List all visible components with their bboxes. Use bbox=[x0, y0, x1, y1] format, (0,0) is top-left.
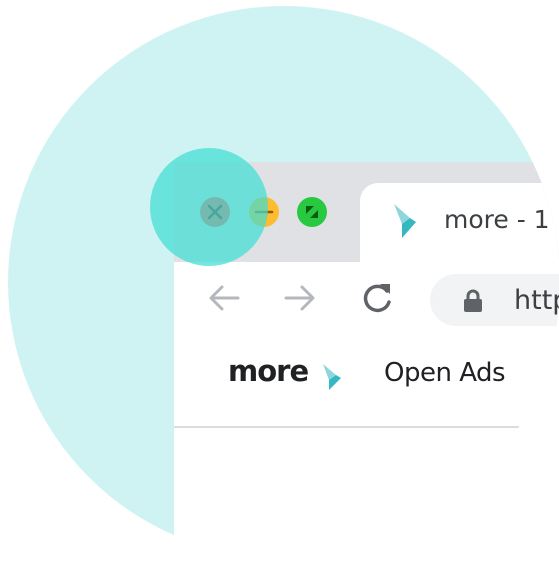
arrow-right-icon[interactable] bbox=[280, 280, 320, 316]
tab-strip: more - 1 bbox=[174, 162, 559, 262]
window-minimize-button[interactable] bbox=[249, 197, 279, 227]
fullscreen-icon bbox=[306, 206, 318, 218]
url-text: http bbox=[514, 285, 559, 316]
more-chevron-icon bbox=[323, 364, 341, 390]
bookmarks-bar: more Open Ads bbox=[174, 332, 559, 428]
screenshot-stage: more - 1 htt more Open Ads bbox=[0, 0, 559, 561]
zoom-lens-background: more - 1 htt more Open Ads bbox=[8, 6, 559, 558]
minimize-icon bbox=[254, 210, 274, 214]
arrow-left-icon[interactable] bbox=[204, 280, 244, 316]
window-close-button[interactable] bbox=[200, 197, 230, 227]
more-chevron-icon bbox=[394, 204, 416, 238]
address-bar[interactable]: http bbox=[430, 274, 559, 326]
window-fullscreen-button[interactable] bbox=[297, 197, 327, 227]
bookmark-more[interactable]: more bbox=[228, 354, 309, 388]
reload-icon[interactable] bbox=[358, 280, 398, 316]
tab-title: more - 1 bbox=[444, 205, 550, 234]
close-icon bbox=[207, 204, 223, 220]
browser-toolbar: http bbox=[174, 262, 559, 332]
lock-icon bbox=[464, 289, 482, 312]
active-tab[interactable]: more - 1 bbox=[360, 183, 559, 262]
bookmark-open-ads[interactable]: Open Ads bbox=[384, 358, 506, 388]
browser-window: more - 1 htt more Open Ads bbox=[174, 162, 559, 558]
